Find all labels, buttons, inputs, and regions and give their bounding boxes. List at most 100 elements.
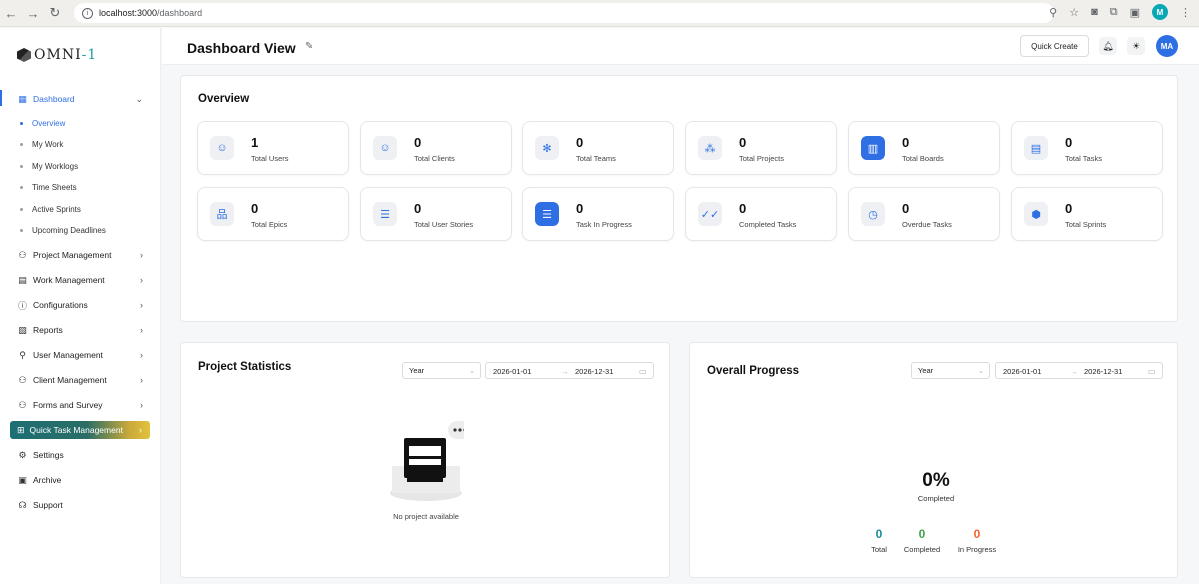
empty-state-text: No project available — [393, 512, 459, 521]
url-host: localhost:3000 — [99, 8, 158, 18]
stat-card-total-projects[interactable]: ⁂ 0 Total Projects — [685, 121, 837, 175]
edit-pencil-icon[interactable]: ✎ — [305, 41, 313, 52]
progress-completed-label: Completed — [903, 545, 941, 554]
sidebar-item-archive[interactable]: ▣ Archive — [17, 471, 145, 489]
browser-profile-avatar[interactable]: M — [1152, 4, 1168, 20]
browser-menu-icon[interactable]: ⋮ — [1180, 6, 1191, 19]
chevron-right-icon: › — [140, 400, 143, 410]
app-logo[interactable]: OMNI-1 — [17, 47, 97, 63]
list-icon: ☰ — [373, 202, 397, 226]
hierarchy-icon: 品 — [210, 202, 234, 226]
site-info-icon[interactable]: i — [82, 7, 93, 19]
sidebar-subitem-my-work[interactable]: My Work — [20, 140, 63, 149]
theme-toggle-icon[interactable]: ☀ — [1127, 37, 1145, 55]
settings-gear-icon: ⚙ — [18, 449, 27, 460]
logo-cube-icon — [17, 48, 31, 62]
bookmark-star-icon[interactable]: ☆ — [1069, 6, 1079, 19]
extensions-icon[interactable]: ⧉ — [1110, 6, 1118, 19]
page-header: Dashboard View ✎ Quick Create 🔔︎ ☀ MA — [162, 28, 1199, 65]
empty-box-illustration — [390, 421, 464, 501]
progress-completed-value: 0 — [918, 527, 926, 541]
side-panel-icon[interactable]: ▣ — [1130, 6, 1140, 19]
user-icon: ⚲ — [19, 349, 26, 360]
overall-progress-title: Overall Progress — [707, 365, 800, 377]
stat-card-total-users[interactable]: ☺ 1 Total Users — [197, 121, 349, 175]
date-range-arrow: → — [1070, 367, 1078, 376]
grid-icon: ⊞ — [17, 424, 25, 435]
notification-bell-icon[interactable]: 🔔︎ — [1099, 37, 1117, 55]
quick-create-button[interactable]: Quick Create — [1020, 35, 1089, 57]
sidebar-item-settings[interactable]: ⚙ Settings — [17, 446, 145, 464]
projects-icon: ⁂ — [698, 136, 722, 160]
calendar-icon: ▭ — [1148, 367, 1156, 376]
forward-icon[interactable]: → — [22, 2, 44, 24]
project-icon: ⚇ — [18, 249, 27, 260]
progress-percentage: 0% — [922, 470, 950, 491]
sidebar-item-label: Dashboard — [33, 94, 75, 104]
sidebar-item-project-management[interactable]: ⚇ Project Management › — [17, 246, 145, 264]
stat-card-total-teams[interactable]: ✻ 0 Total Teams — [522, 121, 674, 175]
stat-card-overdue-tasks[interactable]: ◷ 0 Overdue Tasks — [848, 187, 1000, 241]
sidebar-subitem-overview[interactable]: Overview — [20, 119, 65, 128]
address-bar[interactable]: i localhost:3000/dashboard — [74, 3, 1054, 23]
stat-card-total-boards[interactable]: ▥ 0 Total Boards — [848, 121, 1000, 175]
stat-card-total-sprints[interactable]: ⬢ 0 Total Sprints — [1011, 187, 1163, 241]
sidebar-item-dashboard[interactable]: ▦ Dashboard ⌄ — [17, 90, 145, 108]
chevron-right-icon: › — [140, 375, 143, 385]
sidebar-item-forms-and-survey[interactable]: ⚇ Forms and Survey › — [17, 396, 145, 414]
stat-card-task-in-progress[interactable]: ☰ 0 Task In Progress — [522, 187, 674, 241]
chevron-right-icon: › — [140, 350, 143, 360]
sidebar-item-user-management[interactable]: ⚲ User Management › — [17, 346, 145, 364]
chevron-right-icon: › — [139, 425, 142, 435]
archive-icon: ▣ — [18, 474, 27, 485]
back-icon[interactable]: ← — [0, 2, 22, 24]
double-check-icon: ✓✓ — [698, 202, 722, 226]
stat-card-total-epics[interactable]: 品 0 Total Epics — [197, 187, 349, 241]
form-icon: ⚇ — [18, 399, 27, 410]
sprint-icon: ⬢ — [1024, 202, 1048, 226]
project-statistics-title: Project Statistics — [198, 361, 292, 373]
sidebar-subitem-active-sprints[interactable]: Active Sprints — [20, 205, 81, 214]
active-indicator — [0, 90, 2, 106]
chevron-down-icon: ⌄ — [469, 367, 475, 375]
calendar-icon: ▭ — [639, 367, 647, 376]
overview-title: Overview — [198, 93, 250, 105]
stat-card-total-tasks[interactable]: ▤ 0 Total Tasks — [1011, 121, 1163, 175]
progress-date-range-picker[interactable]: 2026-01-01 → 2026-12-31 ▭ — [995, 362, 1163, 379]
stat-card-total-user-stories[interactable]: ☰ 0 Total User Stories — [360, 187, 512, 241]
sidebar-item-support[interactable]: ☊ Support — [17, 496, 145, 514]
zoom-icon[interactable]: ⚲ — [1049, 6, 1057, 19]
sidebar-item-client-management[interactable]: ⚇ Client Management › — [17, 371, 145, 389]
sidebar-item-configurations[interactable]: ⓘ Configurations › — [17, 296, 145, 314]
briefcase-icon: ▤ — [18, 274, 27, 285]
progress-period-select[interactable]: Year ⌄ — [911, 362, 990, 379]
reload-icon[interactable]: ↻ — [44, 2, 66, 24]
board-icon: ▥ — [861, 136, 885, 160]
project-period-select[interactable]: Year ⌄ — [402, 362, 481, 379]
chevron-right-icon: › — [140, 300, 143, 310]
headset-icon: ☊ — [18, 499, 27, 510]
clients-icon: ☺ — [373, 136, 397, 160]
url-path: /dashboard — [157, 8, 203, 18]
date-end: 2026-12-31 — [1084, 367, 1123, 376]
camera-icon[interactable]: ◙ — [1091, 6, 1098, 18]
sidebar-subitem-my-worklogs[interactable]: My Worklogs — [20, 162, 78, 171]
progress-in-progress-label: In Progress — [957, 545, 997, 554]
date-range-arrow: → — [561, 367, 569, 376]
sidebar-subitem-time-sheets[interactable]: Time Sheets — [20, 183, 77, 192]
sidebar-item-quick-task-management[interactable]: ⊞ Quick Task Management › — [10, 421, 150, 439]
page-title: Dashboard View — [187, 40, 296, 56]
chevron-right-icon: › — [140, 275, 143, 285]
sidebar-subitem-upcoming-deadlines[interactable]: Upcoming Deadlines — [20, 226, 106, 235]
logo-suffix: -1 — [81, 47, 98, 63]
sidebar-item-reports[interactable]: ▧ Reports › — [17, 321, 145, 339]
stat-card-completed-tasks[interactable]: ✓✓ 0 Completed Tasks — [685, 187, 837, 241]
clipboard-icon: ▤ — [1024, 136, 1048, 160]
sidebar-item-work-management[interactable]: ▤ Work Management › — [17, 271, 145, 289]
stat-card-total-clients[interactable]: ☺ 0 Total Clients — [360, 121, 512, 175]
project-date-range-picker[interactable]: 2026-01-01 → 2026-12-31 ▭ — [485, 362, 654, 379]
user-avatar[interactable]: MA — [1156, 35, 1178, 57]
sidebar: OMNI-1 ▦ Dashboard ⌄ Overview My Work My… — [0, 28, 161, 584]
chevron-right-icon: › — [140, 325, 143, 335]
date-start: 2026-01-01 — [493, 367, 532, 376]
